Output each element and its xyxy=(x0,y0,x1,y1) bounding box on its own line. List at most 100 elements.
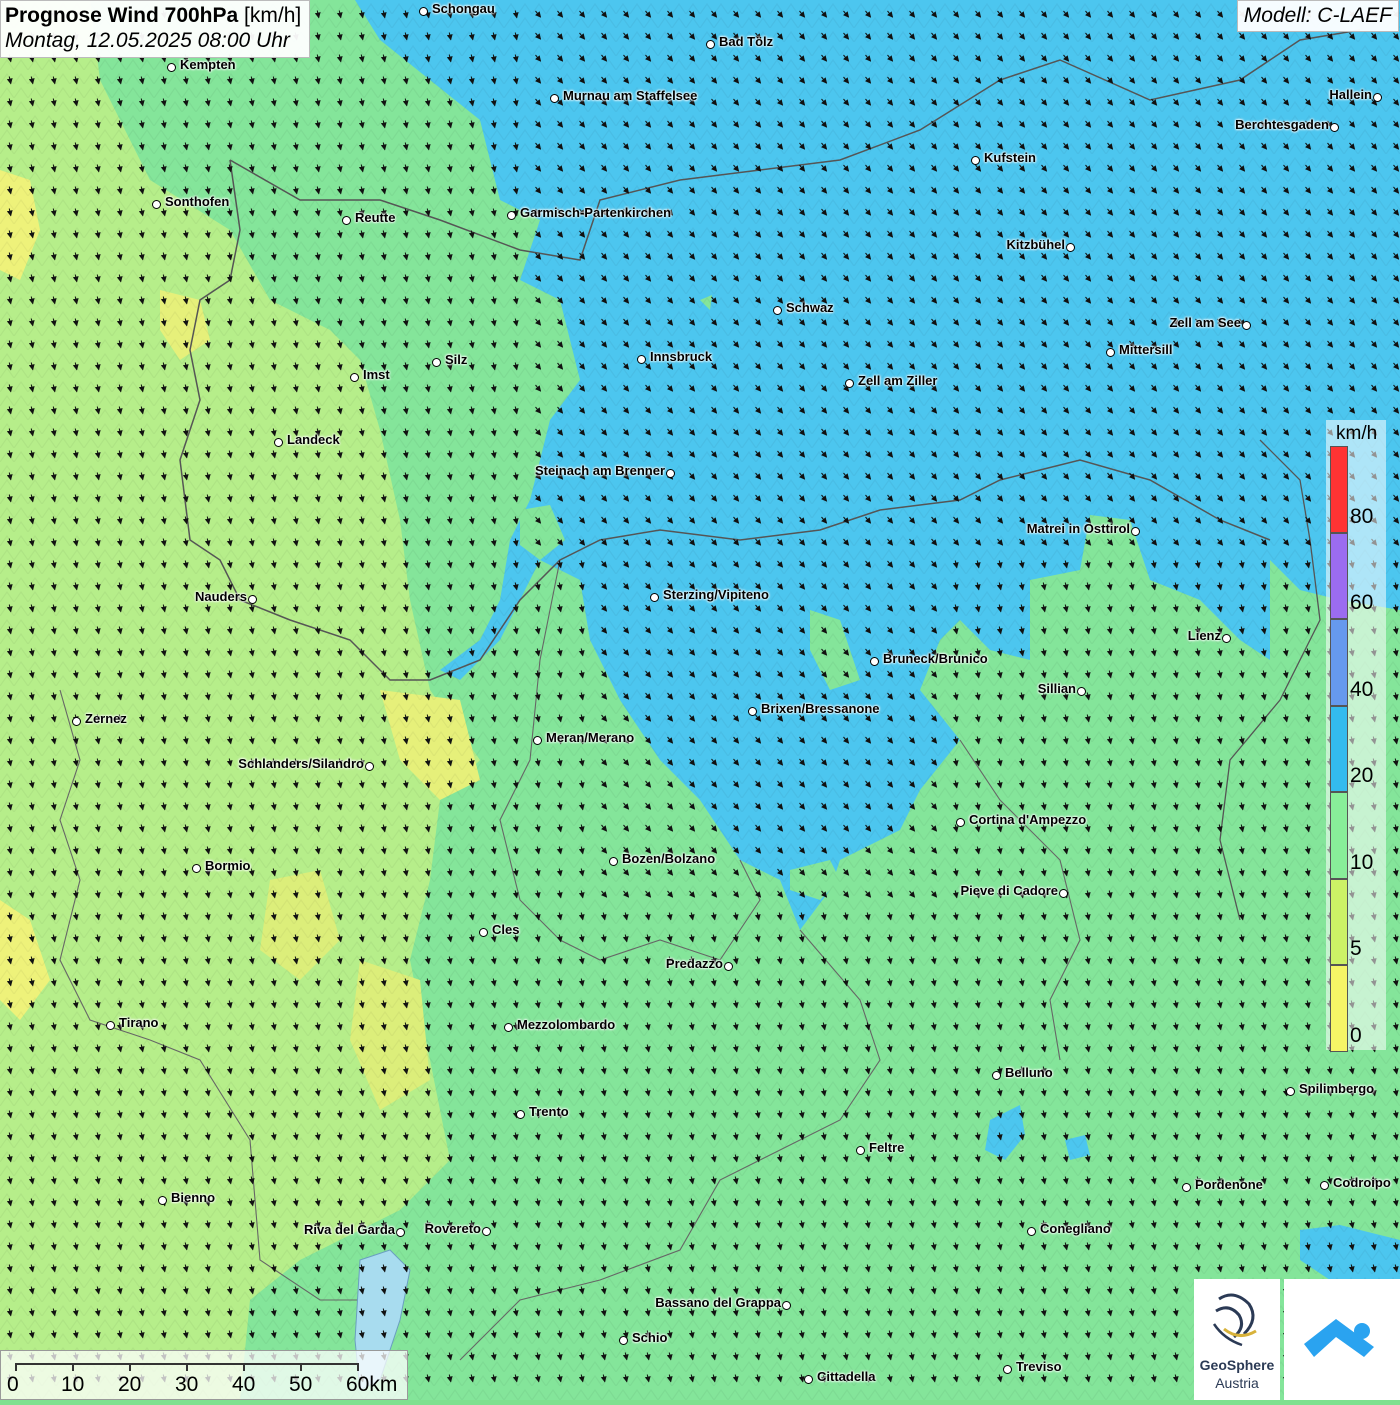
scale-tick xyxy=(129,1363,131,1371)
city-label: Matrei in Osttirol xyxy=(1026,521,1130,536)
city-marker xyxy=(248,595,257,604)
city-marker xyxy=(1182,1183,1191,1192)
forecast-datetime: Montag, 12.05.2025 08:00 Uhr xyxy=(5,29,290,52)
legend-tick-label: 40 xyxy=(1350,677,1374,701)
city-label: Innsbruck xyxy=(650,349,713,364)
city-marker xyxy=(666,469,675,478)
city-label: Riva del Garda xyxy=(303,1222,395,1237)
city-marker xyxy=(609,857,618,866)
city-label: Kempten xyxy=(180,57,236,72)
city-marker xyxy=(870,657,879,666)
legend-tick-label: 80 xyxy=(1350,504,1374,528)
city-marker xyxy=(724,962,733,971)
city-marker xyxy=(804,1375,813,1384)
city-label: Predazzo xyxy=(665,956,723,971)
legend-swatch xyxy=(1330,965,1348,1052)
city-label: Sillian xyxy=(1037,681,1076,696)
city-label: Feltre xyxy=(869,1140,905,1155)
title: Prognose Wind 700hPa [km/h] xyxy=(5,4,301,28)
city-label: Pordenone xyxy=(1195,1177,1263,1192)
city-label: Conegliano xyxy=(1040,1221,1111,1236)
app-logo-icon xyxy=(1304,1319,1374,1357)
city-label: Sonthofen xyxy=(165,194,230,209)
city-marker xyxy=(773,306,782,315)
city-marker xyxy=(507,211,516,220)
scale-label: 60km xyxy=(346,1373,398,1396)
city-label: Mezzolombardo xyxy=(517,1017,616,1032)
scale-label: 50 xyxy=(289,1373,313,1396)
legend-unit: km/h xyxy=(1336,423,1378,444)
geosphere-logo-icon xyxy=(1212,1293,1257,1347)
city-marker xyxy=(856,1146,865,1155)
city-label: Garmisch-Partenkirchen xyxy=(520,205,672,220)
city-marker xyxy=(1131,527,1140,536)
city-marker xyxy=(992,1071,1001,1080)
city-label: Reutte xyxy=(355,210,396,225)
city-marker xyxy=(845,379,854,388)
scale-bar: 0 10 20 30 40 50 60km xyxy=(0,1350,408,1400)
title-box: Prognose Wind 700hPa [km/h] Montag, 12.0… xyxy=(0,0,311,58)
legend-tick-label: 20 xyxy=(1350,764,1374,787)
city-label: Tirano xyxy=(119,1015,159,1030)
city-marker xyxy=(167,63,176,72)
city-label: Zell am See xyxy=(1169,315,1241,330)
scale-tick xyxy=(243,1363,245,1371)
geosphere-country: Austria xyxy=(1215,1375,1259,1391)
city-label: Landeck xyxy=(287,432,340,447)
city-label: Kitzbühel xyxy=(1006,237,1066,252)
city-marker xyxy=(1027,1227,1036,1236)
city-marker xyxy=(342,216,351,225)
city-marker xyxy=(158,1196,167,1205)
scale-label: 40 xyxy=(232,1373,256,1396)
city-label: Bormio xyxy=(205,858,251,873)
app-logo xyxy=(1284,1279,1400,1400)
city-marker xyxy=(1242,321,1251,330)
legend-swatch xyxy=(1330,878,1348,965)
scale-tick xyxy=(15,1363,17,1371)
city-marker xyxy=(1066,243,1075,252)
city-label: Cles xyxy=(492,922,520,937)
city-label: Bad Tölz xyxy=(719,34,774,49)
city-marker xyxy=(152,200,161,209)
legend-swatch xyxy=(1330,532,1348,619)
city-marker xyxy=(432,358,441,367)
city-label: Bozen/Bolzano xyxy=(622,851,716,866)
city-label: Trento xyxy=(529,1104,569,1119)
legend-swatch xyxy=(1330,705,1348,792)
city-label: Schio xyxy=(632,1330,668,1345)
city-marker xyxy=(637,355,646,364)
city-marker xyxy=(516,1110,525,1119)
city-label: Lienz xyxy=(1187,628,1221,643)
city-marker xyxy=(106,1021,115,1030)
legend-tick-label: 5 xyxy=(1350,937,1362,960)
city-label: Meran/Merano xyxy=(546,730,635,745)
city-label: Schlanders/Silandro xyxy=(238,756,364,771)
city-marker xyxy=(1106,348,1115,357)
scale-label: 30 xyxy=(175,1373,199,1396)
city-label: Spilimbergo xyxy=(1299,1081,1375,1096)
city-marker xyxy=(533,736,542,745)
city-label: Bruneck/Brunico xyxy=(883,651,988,666)
city-marker xyxy=(365,762,374,771)
city-label: Schongau xyxy=(432,1,495,16)
city-label: Brixen/Bressanone xyxy=(761,701,880,716)
scale-tick xyxy=(300,1363,302,1371)
city-marker xyxy=(1320,1181,1329,1190)
city-label: Sterzing/Vipiteno xyxy=(663,587,769,602)
city-marker xyxy=(650,593,659,602)
scale-tick xyxy=(186,1363,188,1371)
city-label: Hallein xyxy=(1329,87,1372,102)
city-label: Codroipo xyxy=(1333,1175,1391,1190)
city-marker xyxy=(748,707,757,716)
product-unit: [km/h] xyxy=(244,4,302,27)
model-label: Modell: C-LAEF xyxy=(1236,0,1399,32)
city-marker xyxy=(192,864,201,873)
scale-tick xyxy=(72,1363,74,1371)
city-marker xyxy=(396,1228,405,1237)
city-marker xyxy=(1003,1365,1012,1374)
city-marker xyxy=(274,438,283,447)
legend-swatch xyxy=(1330,446,1348,533)
city-marker xyxy=(706,40,715,49)
product-name: Prognose Wind 700hPa xyxy=(5,4,239,27)
city-label: Nauders xyxy=(194,589,247,604)
